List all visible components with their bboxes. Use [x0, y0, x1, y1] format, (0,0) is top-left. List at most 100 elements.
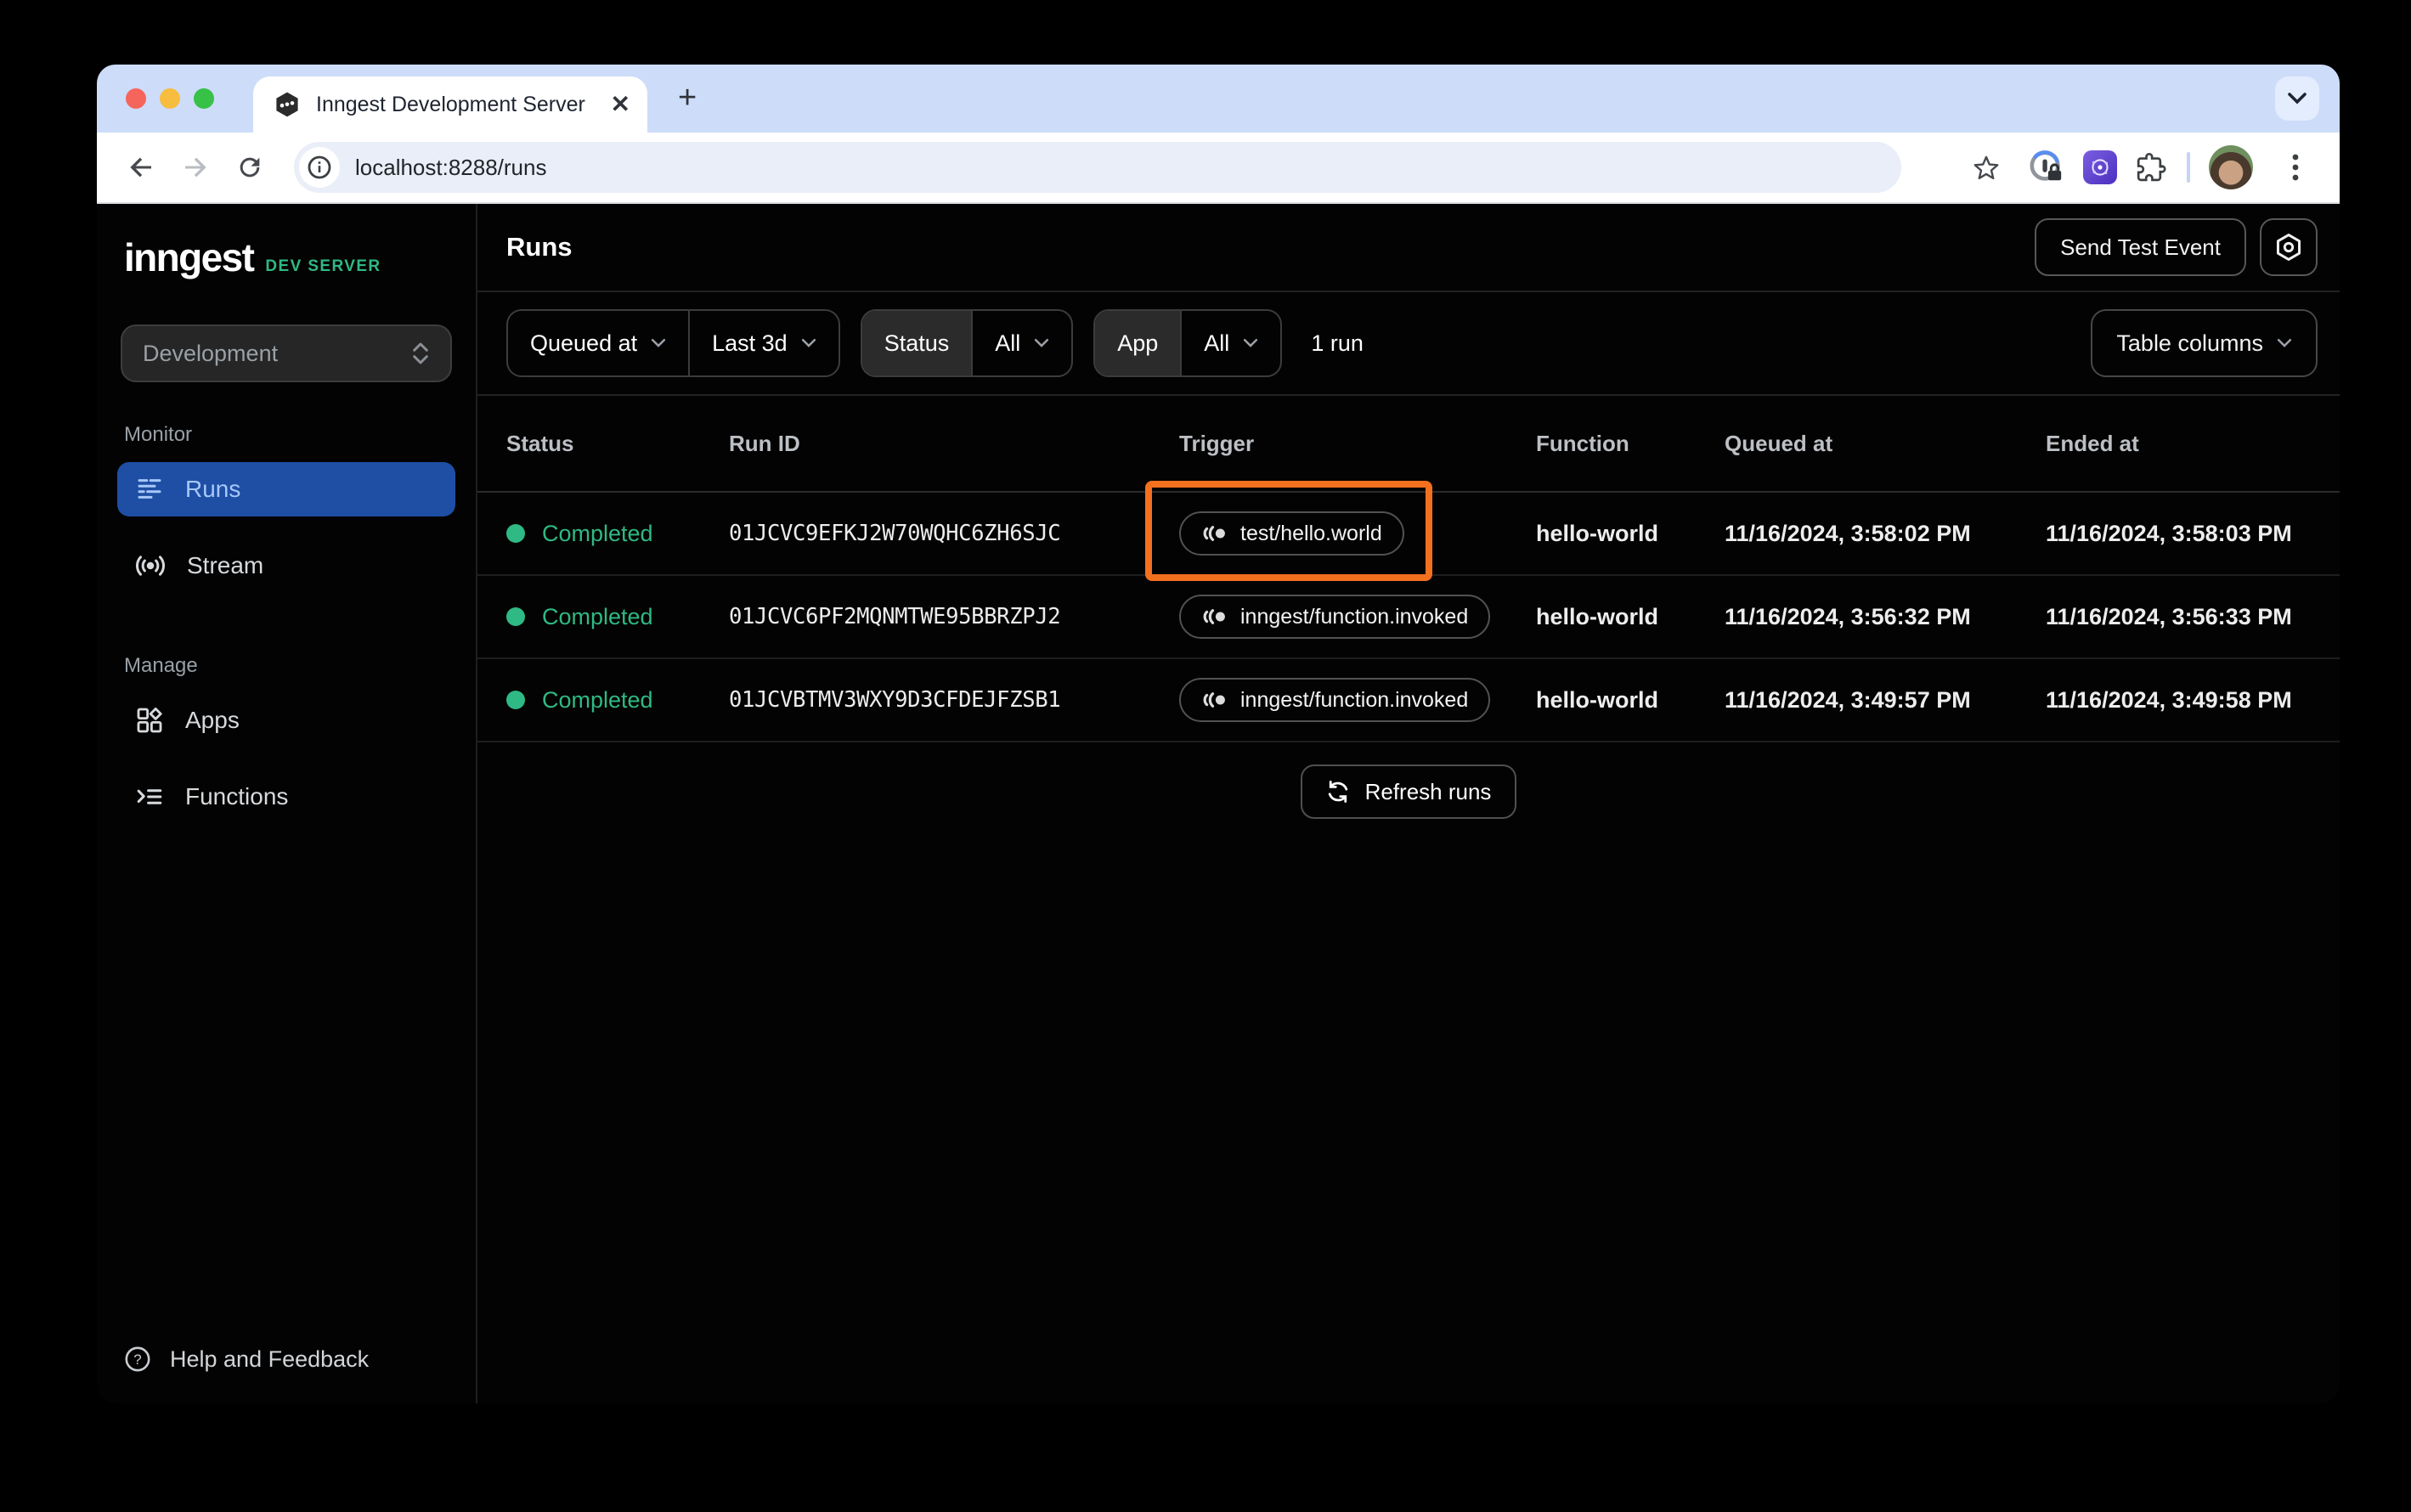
content-header: Runs Send Test Event: [477, 204, 2340, 292]
run-count: 1 run: [1311, 330, 1364, 356]
tab-close-icon[interactable]: ✕: [611, 93, 630, 116]
trigger-name: inngest/function.invoked: [1240, 604, 1469, 629]
chevron-down-icon: [801, 338, 816, 348]
table-row[interactable]: Completed 01JCVC6PF2MQNMTWE95BBRZPJ2 inn…: [477, 576, 2340, 659]
table-header: Status Run ID Trigger Function Queued at…: [477, 396, 2340, 493]
sidebar-item-apps[interactable]: Apps: [117, 693, 455, 748]
extensions-puzzle-icon[interactable]: [2136, 151, 2168, 183]
sidebar-item-functions[interactable]: Functions: [117, 770, 455, 824]
sidebar-item-stream[interactable]: Stream: [117, 539, 455, 593]
refresh-runs-button[interactable]: Refresh runs: [1300, 764, 1517, 819]
browser-toolbar: localhost:8288/runs: [97, 133, 2340, 204]
queued-at-dropdown[interactable]: Queued at: [508, 311, 688, 375]
send-test-event-button[interactable]: Send Test Event: [2035, 218, 2246, 276]
status-cell: Completed: [506, 604, 729, 630]
chevron-down-icon: [2277, 338, 2292, 348]
app-filter-value: All: [1204, 330, 1230, 356]
status-cell: Completed: [506, 521, 729, 547]
status-text: Completed: [542, 520, 653, 546]
page-title: Runs: [506, 232, 573, 262]
ended-at-cell: 11/16/2024, 3:56:33 PM: [2046, 603, 2292, 629]
header-actions: Send Test Event: [2035, 218, 2318, 276]
browser-menu-icon[interactable]: [2272, 144, 2319, 191]
password-manager-extension-icon[interactable]: [2029, 150, 2064, 185]
chevron-down-icon: [1034, 338, 1049, 348]
chevron-down-icon: [651, 338, 666, 348]
tab-title: Inngest Development Server: [316, 92, 585, 116]
inngest-app: inngest DEV SERVER Development Monitor R…: [97, 204, 2340, 1403]
inngest-logo: inngest: [124, 235, 255, 279]
table-columns-button[interactable]: Table columns: [2091, 309, 2318, 377]
status-filter-label: Status: [861, 311, 972, 375]
column-header-run-id: Run ID: [729, 430, 800, 456]
stream-icon: [136, 551, 165, 580]
apps-icon: [136, 707, 163, 734]
address-bar[interactable]: localhost:8288/runs: [294, 142, 1901, 193]
environment-label: Development: [143, 340, 279, 366]
trigger-pill[interactable]: inngest/function.invoked: [1179, 678, 1491, 722]
bookmark-star-icon[interactable]: [1962, 144, 2010, 191]
trigger-cell: inngest/function.invoked: [1179, 595, 1536, 639]
table-columns-label: Table columns: [2116, 330, 2263, 356]
status-cell: Completed: [506, 687, 729, 714]
filter-bar: Queued at Last 3d Status All App All 1 r…: [477, 292, 2340, 396]
settings-button[interactable]: [2260, 218, 2318, 276]
trigger-pill[interactable]: inngest/function.invoked: [1179, 595, 1491, 639]
help-label: Help and Feedback: [170, 1346, 370, 1372]
ended-at-cell: 11/16/2024, 3:58:03 PM: [2046, 520, 2292, 546]
queued-at-label: Queued at: [530, 330, 638, 356]
purple-extension-icon[interactable]: [2083, 150, 2117, 184]
chevron-down-icon: [1243, 338, 1258, 348]
status-dot-icon: [506, 691, 525, 709]
queued-at-cell: 11/16/2024, 3:56:32 PM: [1725, 603, 1971, 629]
url-text: localhost:8288/runs: [355, 154, 547, 180]
time-range-label: Last 3d: [712, 330, 788, 356]
toolbar-divider: [2187, 152, 2190, 183]
status-text: Completed: [542, 603, 653, 629]
close-window-button[interactable]: [126, 88, 146, 109]
svg-text:?: ?: [133, 1351, 141, 1368]
browser-tab[interactable]: Inngest Development Server ✕: [253, 76, 647, 133]
help-and-feedback[interactable]: ? Help and Feedback: [124, 1346, 369, 1373]
sidebar-item-label: Runs: [185, 476, 241, 502]
table-row[interactable]: Completed 01JCVC9EFKJ2W70WQHC6ZH6SJC tes…: [477, 481, 2340, 581]
run-id-cell: 01JCVC6PF2MQNMTWE95BBRZPJ2: [729, 604, 1061, 629]
trigger-cell: test/hello.world: [1145, 481, 1536, 581]
profile-avatar[interactable]: [2209, 145, 2253, 189]
runs-icon: [136, 476, 163, 503]
window-controls: [126, 88, 214, 109]
time-filter-group: Queued at Last 3d: [506, 309, 840, 377]
back-button[interactable]: [117, 144, 165, 191]
sidebar-item-runs[interactable]: Runs: [117, 462, 455, 516]
main-content: Runs Send Test Event Queued at Last 3d S…: [477, 204, 2340, 1403]
queued-at-cell: 11/16/2024, 3:49:57 PM: [1725, 686, 1971, 713]
app-filter-label: App: [1095, 311, 1181, 375]
reload-button[interactable]: [226, 144, 274, 191]
status-filter-group: Status All: [860, 309, 1074, 377]
status-dot-icon: [506, 524, 525, 543]
environment-selector[interactable]: Development: [121, 324, 452, 382]
trigger-pill[interactable]: test/hello.world: [1179, 511, 1404, 556]
status-filter-dropdown[interactable]: All: [971, 311, 1071, 375]
table-row[interactable]: Completed 01JCVBTMV3WXY9D3CFDEJFZSB1 inn…: [477, 659, 2340, 742]
sidebar-item-label: Stream: [187, 552, 264, 578]
forward-button[interactable]: [172, 144, 219, 191]
screenshot-stage: Inngest Development Server ✕ + localhost…: [0, 0, 2411, 1512]
status-filter-value: All: [995, 330, 1021, 356]
help-icon: ?: [124, 1346, 151, 1373]
time-range-dropdown[interactable]: Last 3d: [688, 311, 838, 375]
minimize-window-button[interactable]: [160, 88, 180, 109]
zoom-window-button[interactable]: [194, 88, 214, 109]
app-filter-dropdown[interactable]: All: [1180, 311, 1280, 375]
function-cell: hello-world: [1536, 686, 1658, 713]
logo-row: inngest DEV SERVER: [97, 234, 476, 280]
function-cell: hello-world: [1536, 603, 1658, 629]
monitor-section-label: Monitor: [124, 423, 193, 446]
site-info-icon[interactable]: [299, 147, 340, 188]
tab-search-button[interactable]: [2275, 76, 2319, 121]
trigger-name: test/hello.world: [1240, 521, 1382, 545]
app-filter-group: App All: [1093, 309, 1283, 377]
run-id-cell: 01JCVBTMV3WXY9D3CFDEJFZSB1: [729, 687, 1061, 713]
new-tab-button[interactable]: +: [678, 80, 697, 116]
run-id-cell: 01JCVC9EFKJ2W70WQHC6ZH6SJC: [729, 521, 1061, 546]
